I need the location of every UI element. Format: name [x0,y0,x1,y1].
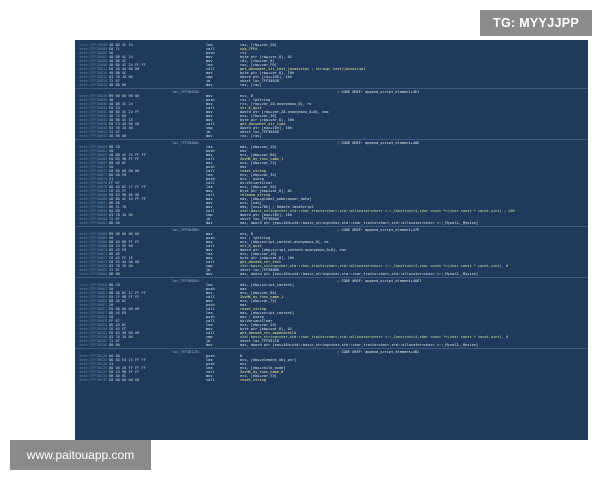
instruction-address[interactable]: .text:7FF3810E [77,343,107,347]
operand[interactable]: eax, dword ptr [eax+10h+std::basic_strin… [240,272,478,276]
opcode-bytes: 8B 00 [109,221,120,225]
mnemonic: mov [206,272,213,276]
operand[interactable]: rax, [rax] [240,83,262,87]
operand[interactable]: reset_string [240,378,266,382]
disassembly-line[interactable]: .text:7FF38137 E8 00 00 00 00 call reset_st… [75,378,588,382]
operand[interactable]: rax, [rax] [240,134,262,138]
instruction-address[interactable]: .text:7FF38022 [77,83,107,87]
opcode-bytes: E8 00 00 00 00 [109,378,140,382]
opcode-bytes: 8B 00 [109,272,120,276]
operand[interactable]: eax, dword ptr [eax+10h+std::basic_strin… [240,343,478,347]
disassembly-line[interactable]: .text:7FF38053 48 8B 00 mov rax, [rax] [75,134,588,138]
instruction-address[interactable]: .text:7FF380A2 [77,221,107,225]
instruction-address[interactable]: .text:7FF38137 [77,378,107,382]
opcode-bytes: 8B 00 [109,343,120,347]
disassembly-line[interactable]: .text:7FF380A2 8B 00 mov eax, dword ptr [ea… [75,221,588,225]
mnemonic: call [206,378,215,382]
instruction-address[interactable]: .text:7FF380D4 [77,272,107,276]
section-separator [75,139,588,140]
watermark-telegram: TG: MYYJJPP [480,10,592,36]
mnemonic: mov [206,221,213,225]
disassembly-view: .text:7FF38000 48 8D 4C 24 lea rax, [rbp+va… [75,40,588,440]
opcode-bytes: 48 8B 00 [109,134,127,138]
mnemonic: mov [206,343,213,347]
section-separator [75,277,588,278]
disassembly-line[interactable]: .text:7FF3810E 8B 00 mov eax, dword ptr [ea… [75,343,588,347]
watermark-website: www.paitouapp.com [10,440,151,470]
instruction-address[interactable]: .text:7FF38053 [77,134,107,138]
opcode-bytes: 48 8B 00 [109,83,127,87]
mnemonic: mov [206,83,213,87]
mnemonic: mov [206,134,213,138]
section-separator [75,226,588,227]
operand[interactable]: eax, dword ptr [eax+10h+std::basic_strin… [240,221,478,225]
disassembly-line[interactable]: .text:7FF380D4 8B 00 mov eax, dword ptr [ea… [75,272,588,276]
section-separator [75,88,588,89]
disassembly-line[interactable]: .text:7FF38022 48 8B 00 mov rax, [rax] [75,83,588,87]
section-separator [75,348,588,349]
